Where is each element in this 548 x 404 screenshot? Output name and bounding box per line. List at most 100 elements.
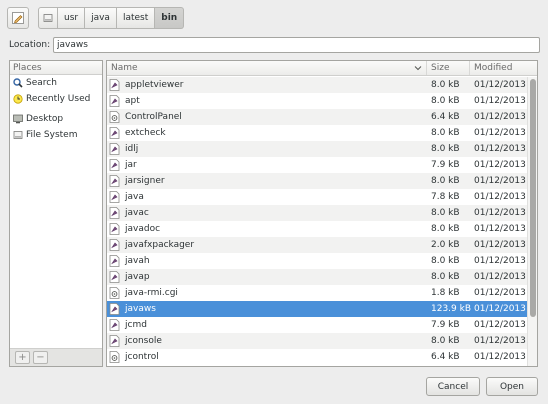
edit-location-button[interactable] <box>7 7 29 29</box>
crumb-latest[interactable]: latest <box>116 7 156 29</box>
table-row[interactable]: jarsigner 8.0 kB 01/12/2013 <box>107 173 528 189</box>
file-modified: 01/12/2013 <box>474 208 526 218</box>
place-desktop[interactable]: Desktop <box>10 111 102 127</box>
table-row[interactable]: jconsole 8.0 kB 01/12/2013 <box>107 333 528 349</box>
file-size: 6.4 kB <box>431 352 460 362</box>
file-name: javadoc <box>125 224 161 234</box>
file-size: 7.8 kB <box>431 192 460 202</box>
file-name-cell: jcmd <box>107 319 427 331</box>
file-modified: 01/12/2013 <box>474 352 526 362</box>
file-name: jcontrol <box>125 352 159 362</box>
file-size: 8.0 kB <box>431 176 460 186</box>
chevron-down-icon <box>414 65 422 71</box>
script-icon <box>109 351 120 363</box>
file-modified: 01/12/2013 <box>474 176 526 186</box>
table-row[interactable]: javadoc 8.0 kB 01/12/2013 <box>107 221 528 237</box>
file-name-cell: java <box>107 191 427 203</box>
table-row[interactable]: javac 8.0 kB 01/12/2013 <box>107 205 528 221</box>
table-row[interactable]: apt 8.0 kB 01/12/2013 <box>107 93 528 109</box>
drive-icon <box>13 130 23 140</box>
location-label: Location: <box>9 40 51 50</box>
file-list: Name Size Modified appletviewer 8.0 kB 01/… <box>106 60 538 367</box>
vertical-scrollbar[interactable] <box>527 77 537 366</box>
table-row[interactable]: jar 7.9 kB 01/12/2013 <box>107 157 528 173</box>
file-modified: 01/12/2013 <box>474 288 526 298</box>
file-modified: 01/12/2013 <box>474 224 526 234</box>
file-modified: 01/12/2013 <box>474 144 526 154</box>
location-input[interactable] <box>53 37 540 53</box>
file-name-cell: javah <box>107 255 427 267</box>
file-name-cell: javafxpackager <box>107 239 427 251</box>
column-size[interactable]: Size <box>427 61 470 75</box>
file-modified: 01/12/2013 <box>474 320 526 330</box>
remove-bookmark-button[interactable]: − <box>33 351 48 364</box>
table-row[interactable]: jcontrol 6.4 kB 01/12/2013 <box>107 349 528 365</box>
table-row[interactable]: idlj 8.0 kB 01/12/2013 <box>107 141 528 157</box>
file-modified: 01/12/2013 <box>474 256 526 266</box>
places-header: Places <box>10 61 102 75</box>
file-name: javah <box>125 256 150 266</box>
table-row[interactable]: javap 8.0 kB 01/12/2013 <box>107 269 528 285</box>
place-search[interactable]: Search <box>10 75 102 91</box>
file-rows: appletviewer 8.0 kB 01/12/2013 apt 8.0 kB 01/… <box>107 77 528 365</box>
file-name-cell: javaws <box>107 303 427 315</box>
file-name-cell: java-rmi.cgi <box>107 287 427 299</box>
place-file-system[interactable]: File System <box>10 127 102 143</box>
file-name: javaws <box>125 304 156 314</box>
table-row[interactable]: javaws 123.9 kB 01/12/2013 <box>107 301 528 317</box>
column-modified[interactable]: Modified <box>470 61 528 75</box>
file-name: ControlPanel <box>125 112 182 122</box>
executable-icon <box>109 79 120 91</box>
executable-icon <box>109 207 120 219</box>
table-row[interactable]: appletviewer 8.0 kB 01/12/2013 <box>107 77 528 93</box>
file-size: 8.0 kB <box>431 144 460 154</box>
scrollbar-thumb[interactable] <box>530 79 536 317</box>
executable-icon <box>109 127 120 139</box>
file-size: 8.0 kB <box>431 224 460 234</box>
file-name-cell: jcontrol <box>107 351 427 363</box>
executable-icon <box>109 95 120 107</box>
file-name-cell: ControlPanel <box>107 111 427 123</box>
table-row[interactable]: extcheck 8.0 kB 01/12/2013 <box>107 125 528 141</box>
table-row[interactable]: ControlPanel 6.4 kB 01/12/2013 <box>107 109 528 125</box>
column-name[interactable]: Name <box>107 61 427 75</box>
file-name: jarsigner <box>125 176 165 186</box>
table-row[interactable]: java-rmi.cgi 1.8 kB 01/12/2013 <box>107 285 528 301</box>
crumb-bin[interactable]: bin <box>155 7 185 29</box>
open-button[interactable]: Open <box>486 377 538 396</box>
file-modified: 01/12/2013 <box>474 112 526 122</box>
cancel-button[interactable]: Cancel <box>426 377 480 396</box>
file-name: javac <box>125 208 149 218</box>
file-name: java-rmi.cgi <box>125 288 178 298</box>
crumb-usr[interactable]: usr <box>58 7 86 29</box>
table-row[interactable]: jcmd 7.9 kB 01/12/2013 <box>107 317 528 333</box>
file-size: 8.0 kB <box>431 272 460 282</box>
table-row[interactable]: javah 8.0 kB 01/12/2013 <box>107 253 528 269</box>
location-row: Location: <box>9 37 540 53</box>
executable-icon <box>109 255 120 267</box>
file-name: extcheck <box>125 128 166 138</box>
file-size: 8.0 kB <box>431 208 460 218</box>
add-bookmark-button[interactable]: + <box>15 351 30 364</box>
file-name-cell: javap <box>107 271 427 283</box>
file-size: 8.0 kB <box>431 128 460 138</box>
file-name-cell: jarsigner <box>107 175 427 187</box>
file-size: 8.0 kB <box>431 256 460 266</box>
table-row[interactable]: java 7.8 kB 01/12/2013 <box>107 189 528 205</box>
drive-crumb[interactable] <box>38 7 58 29</box>
breadcrumb: usr java latest bin <box>38 7 185 29</box>
file-modified: 01/12/2013 <box>474 96 526 106</box>
executable-icon <box>109 319 120 331</box>
file-name: jar <box>125 160 137 170</box>
place-recently-used[interactable]: Recently Used <box>10 91 102 107</box>
file-name: idlj <box>125 144 139 154</box>
column-header: Name Size Modified <box>107 61 537 76</box>
executable-icon <box>109 335 120 347</box>
script-icon <box>109 287 120 299</box>
file-modified: 01/12/2013 <box>474 128 526 138</box>
table-row[interactable]: javafxpackager 2.0 kB 01/12/2013 <box>107 237 528 253</box>
pencil-icon <box>11 11 25 25</box>
executable-icon <box>109 271 120 283</box>
file-name-cell: jar <box>107 159 427 171</box>
crumb-java[interactable]: java <box>85 7 117 29</box>
